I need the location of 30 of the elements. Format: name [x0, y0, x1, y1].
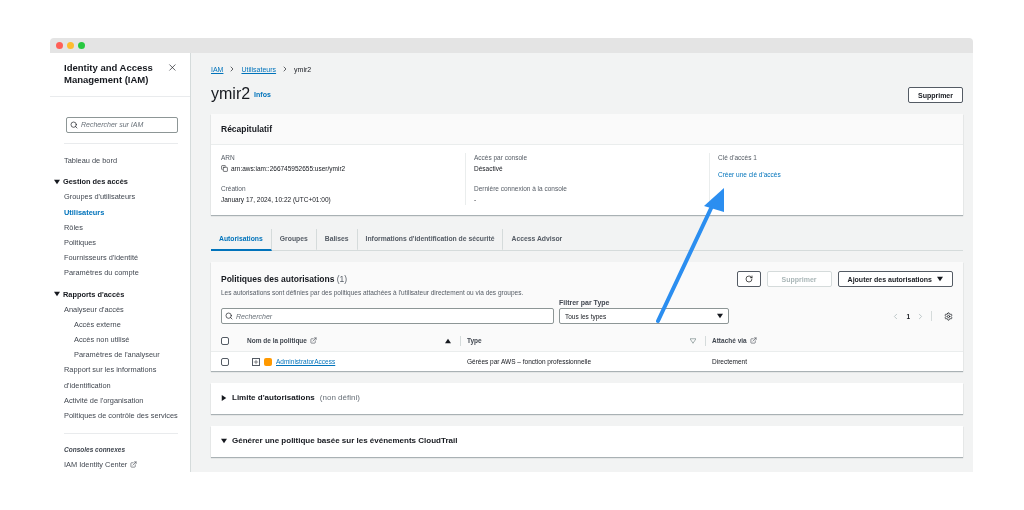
refresh-icon [744, 275, 753, 283]
external-link-icon [309, 337, 317, 344]
collapsible-section[interactable]: Générer une politique basée sur les événements CloudTrail [211, 426, 963, 457]
row-checkbox[interactable] [221, 357, 229, 366]
refresh-button[interactable] [736, 271, 761, 287]
page-title: ymir2 [211, 85, 251, 103]
expand-icon[interactable] [252, 357, 260, 366]
caret-icon [54, 291, 60, 298]
copy-icon[interactable] [221, 165, 228, 172]
sidebar-title: Identity and Access Management (IAM) [64, 62, 154, 86]
sort-ascending-icon[interactable] [445, 337, 451, 344]
window-minimize-dot[interactable] [67, 42, 74, 49]
policy-icon [264, 357, 272, 366]
close-icon[interactable] [167, 62, 178, 73]
external-link-icon [749, 337, 757, 344]
caret-icon [221, 394, 227, 401]
card-heading: Politiques des autorisations (1) [221, 274, 348, 284]
caret-icon [221, 437, 227, 444]
window-close-dot[interactable] [56, 42, 63, 49]
search-icon [225, 312, 233, 320]
card-heading: Récapitulatif [211, 114, 963, 145]
external-link-icon [130, 460, 138, 468]
search-icon [70, 120, 78, 129]
select-all-checkbox[interactable] [221, 336, 229, 345]
collapsible-section[interactable]: Limite d'autorisations (non défini) [211, 383, 963, 414]
caret-icon [937, 276, 943, 282]
settings-icon[interactable] [944, 311, 953, 321]
caret-icon [54, 178, 60, 185]
caret-icon [717, 313, 723, 319]
window-maximize-dot[interactable] [78, 42, 85, 49]
